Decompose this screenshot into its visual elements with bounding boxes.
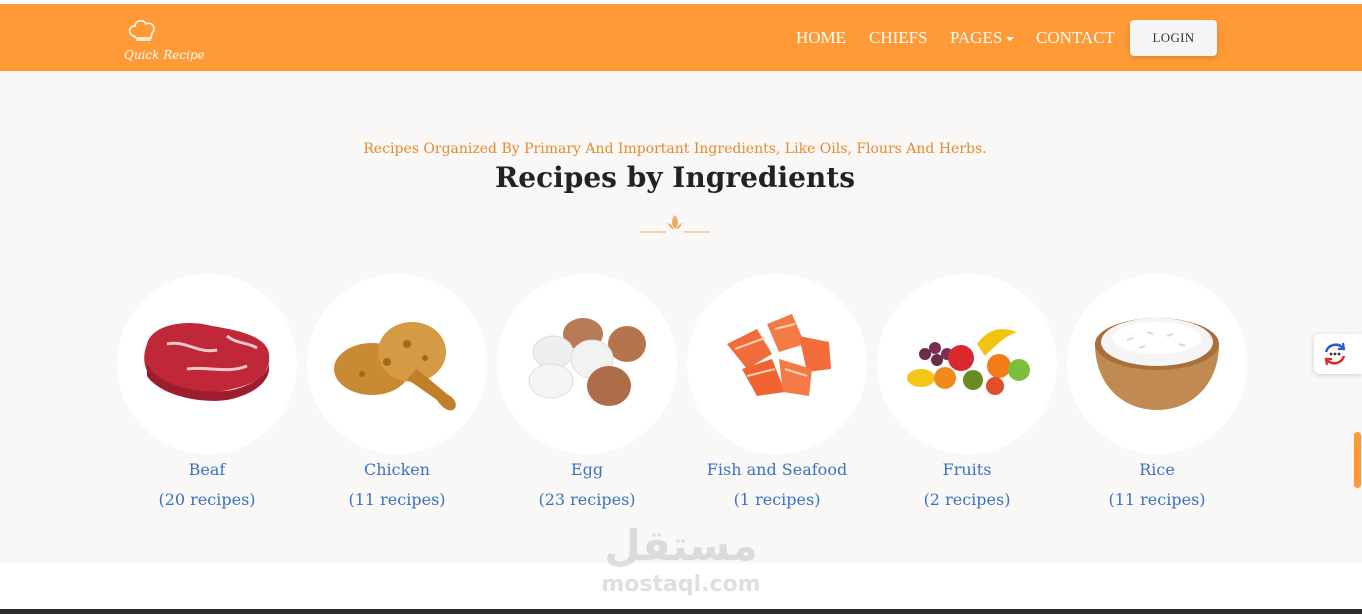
brand-name: Quick Recipe xyxy=(124,48,205,62)
nav-pages-label: PAGES xyxy=(950,28,1003,47)
nav-pages[interactable]: PAGES xyxy=(950,28,1015,48)
category-count-chicken: (11 recipes) xyxy=(348,490,446,509)
category-image-fish-and-seafood[interactable] xyxy=(687,274,867,454)
watermark-latin: mostaql.com xyxy=(601,572,761,597)
category-count-fruits: (2 recipes) xyxy=(923,490,1011,509)
watermark: مستقل mostaql.com xyxy=(596,522,766,602)
category-name-fruits[interactable]: Fruits xyxy=(857,460,1077,479)
category-card-fruits[interactable]: Fruits (2 recipes) xyxy=(877,274,1057,524)
eggs-icon xyxy=(528,318,646,406)
nav-home[interactable]: HOME xyxy=(796,28,846,48)
category-image-fruits[interactable] xyxy=(877,274,1057,454)
chef-hat-icon xyxy=(128,20,155,41)
caret-down-icon xyxy=(1006,37,1015,42)
login-button[interactable]: LOGIN xyxy=(1130,20,1217,56)
category-image-chicken[interactable] xyxy=(307,274,487,454)
steak-icon xyxy=(144,323,270,401)
ingredients-section: Recipes Organized By Primary And Importa… xyxy=(0,71,1362,563)
section-title: Recipes by Ingredients xyxy=(495,161,855,194)
watermark-arabic: مستقل xyxy=(604,521,758,570)
category-name-egg[interactable]: Egg xyxy=(477,460,697,479)
category-count-fish-and-seafood: (1 recipes) xyxy=(733,490,821,509)
category-card-beaf[interactable]: Beaf (20 recipes) xyxy=(117,274,297,524)
category-card-egg[interactable]: Egg (23 recipes) xyxy=(497,274,677,524)
section-subtitle: Recipes Organized By Primary And Importa… xyxy=(363,141,987,157)
category-name-rice[interactable]: Rice xyxy=(1047,460,1267,479)
category-image-egg[interactable] xyxy=(497,274,677,454)
chat-refresh-icon xyxy=(1324,342,1346,366)
category-name-beaf[interactable]: Beaf xyxy=(97,460,317,479)
category-name-chicken[interactable]: Chicken xyxy=(287,460,507,479)
salmon-icon xyxy=(727,314,831,396)
dark-footer-strip xyxy=(0,609,1362,614)
scrollbar-thumb[interactable] xyxy=(1354,432,1361,488)
rice-bowl-icon xyxy=(1095,318,1219,410)
side-chat-widget[interactable] xyxy=(1314,334,1362,374)
nav-contact[interactable]: CONTACT xyxy=(1036,28,1115,48)
category-card-rice[interactable]: Rice (11 recipes) xyxy=(1067,274,1247,524)
category-card-fish-and-seafood[interactable]: Fish and Seafood (1 recipes) xyxy=(687,274,867,524)
category-name-fish-and-seafood[interactable]: Fish and Seafood xyxy=(667,460,887,479)
brand-logo[interactable]: Quick Recipe xyxy=(124,18,224,62)
navbar: Quick Recipe HOME CHIEFS PAGES CONTACT L… xyxy=(0,4,1362,71)
fried-chicken-icon xyxy=(334,322,456,411)
category-image-rice[interactable] xyxy=(1067,274,1247,454)
category-count-beaf: (20 recipes) xyxy=(158,490,256,509)
nav-chiefs[interactable]: CHIEFS xyxy=(869,28,928,48)
leaf-ornament-icon xyxy=(640,215,710,233)
category-count-rice: (11 recipes) xyxy=(1108,490,1206,509)
category-card-chicken[interactable]: Chicken (11 recipes) xyxy=(307,274,487,524)
fruits-icon xyxy=(907,329,1030,395)
category-image-beaf[interactable] xyxy=(117,274,297,454)
category-count-egg: (23 recipes) xyxy=(538,490,636,509)
